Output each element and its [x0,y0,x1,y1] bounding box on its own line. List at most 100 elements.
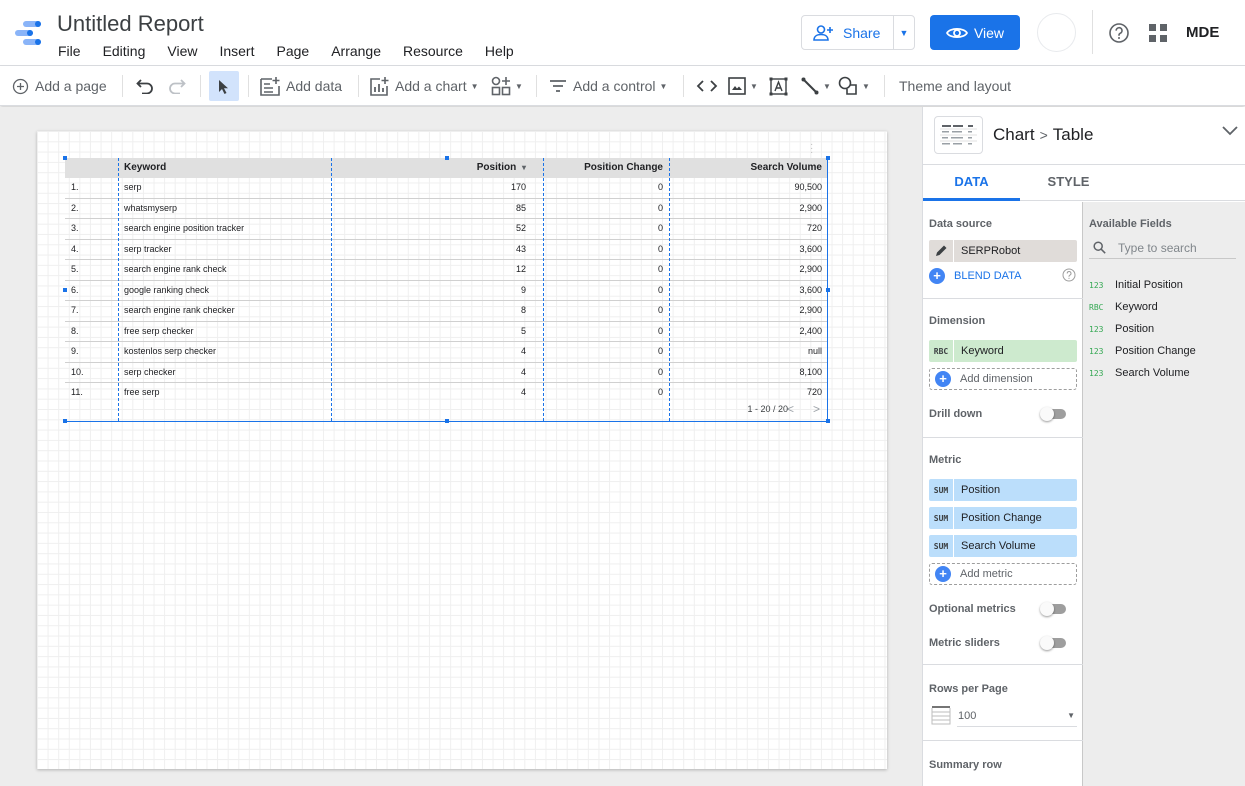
next-page-button[interactable]: > [813,402,820,416]
table-row[interactable]: 2. whatsmyserp 85 0 2,900 [65,199,828,219]
pagination-label: 1 - 20 / 20 [747,404,788,414]
row-index: 4. [71,243,79,254]
redo-button[interactable] [168,66,186,106]
metric-sliders-toggle[interactable] [1040,636,1066,650]
resize-handle[interactable] [826,156,830,160]
column-divider[interactable] [331,158,332,421]
undo-button[interactable] [136,66,154,106]
add-metric-button[interactable]: + Add metric [929,563,1077,585]
resize-handle[interactable] [63,288,67,292]
previous-page-button[interactable]: < [787,402,794,416]
text-box-button[interactable] [769,66,788,106]
add-chart-button[interactable]: Add a chart ▼ [370,66,479,106]
available-field[interactable]: RBC Keyword [1089,301,1158,313]
line-button[interactable]: ▼ [801,66,831,106]
cell-search-volume: null [807,346,822,356]
data-source-chip[interactable]: SERPRobot [929,240,1077,262]
optional-metrics-toggle[interactable] [1040,602,1066,616]
account-label[interactable]: MDE [1186,24,1219,41]
report-page[interactable]: · · · Keyword Position ▾ Position Change S… [37,131,887,769]
add-page-button[interactable]: Add a page [12,66,107,106]
menu-arrange[interactable]: Arrange [331,43,381,59]
menu-insert[interactable]: Insert [219,43,254,59]
available-field[interactable]: 123 Position [1089,323,1154,335]
menu-page[interactable]: Page [276,43,309,59]
chevron-down-icon[interactable] [1222,126,1238,136]
field-search-input[interactable]: Type to search [1089,237,1236,259]
rows-per-page-select[interactable]: 100 ▼ [957,705,1077,727]
header-position[interactable]: Position ▾ [477,158,526,178]
header-keyword[interactable]: Keyword [124,158,166,178]
available-field[interactable]: 123 Position Change [1089,345,1196,357]
image-icon [728,77,746,95]
resize-handle[interactable] [445,156,449,160]
table-row[interactable]: 3. search engine position tracker 52 0 720 [65,219,828,240]
menu-help[interactable]: Help [485,43,514,59]
avatar[interactable] [1037,13,1076,52]
chart-type-breadcrumb[interactable]: Chart > Table [993,125,1093,145]
view-button[interactable]: View [930,15,1020,50]
menu-view[interactable]: View [167,43,197,59]
share-dropdown-button[interactable]: ▼ [894,28,914,38]
drill-down-toggle[interactable] [1040,407,1066,421]
apps-grid-icon[interactable] [1149,24,1167,42]
add-dimension-button[interactable]: + Add dimension [929,368,1077,390]
table-row[interactable]: 6. google ranking check 9 0 3,600 [65,281,828,301]
tab-data[interactable]: DATA [923,166,1020,201]
header-position-change[interactable]: Position Change [584,158,663,178]
community-viz-button[interactable]: ▼ [491,66,523,106]
help-icon[interactable] [1108,22,1130,44]
report-title[interactable]: Untitled Report [57,11,204,37]
add-data-label: Add data [286,78,343,94]
dimension-chip[interactable]: RBC Keyword [929,340,1077,362]
header-search-volume[interactable]: Search Volume [750,158,822,178]
metric-chip[interactable]: SUM Position [929,479,1077,501]
table-row[interactable]: 4. serp tracker 43 0 3,600 [65,240,828,260]
table-row[interactable]: 11. free serp 4 0 720 [65,383,828,404]
text-type-icon: RBC [929,340,954,362]
help-icon[interactable] [1062,268,1076,282]
resize-handle[interactable] [826,419,830,423]
data-table[interactable]: Keyword Position ▾ Position Change Searc… [63,156,830,423]
menu-resource[interactable]: Resource [403,43,463,59]
column-divider[interactable] [118,158,119,421]
add-chart-icon [370,76,389,96]
data-studio-logo-icon[interactable] [14,18,44,48]
resize-handle[interactable] [826,288,830,292]
table-row[interactable]: 1. serp 170 0 90,500 [65,178,828,199]
add-control-button[interactable]: Add a control ▼ [549,66,667,106]
add-data-button[interactable]: Add data [260,66,342,106]
more-options-icon[interactable]: · · · [810,140,813,158]
theme-layout-button[interactable]: Theme and layout [899,66,1011,106]
tab-style[interactable]: STYLE [1020,166,1117,201]
available-field[interactable]: 123 Search Volume [1089,367,1190,379]
share-button[interactable]: Share [802,16,894,49]
select-tool-button[interactable] [209,71,239,101]
aggregation-label[interactable]: SUM [929,479,954,501]
aggregation-label[interactable]: SUM [929,535,954,557]
table-row[interactable]: 8. free serp checker 5 0 2,400 [65,322,828,342]
table-row[interactable]: 9. kostenlos serp checker 4 0 null [65,342,828,363]
add-metric-label: Add metric [960,568,1013,580]
menu-editing[interactable]: Editing [103,43,146,59]
available-field[interactable]: 123 Initial Position [1089,279,1183,291]
column-divider[interactable] [543,158,544,421]
aggregation-label[interactable]: SUM [929,507,954,529]
metric-chip[interactable]: SUM Position Change [929,507,1077,529]
metric-chip[interactable]: SUM Search Volume [929,535,1077,557]
resize-handle[interactable] [63,156,67,160]
add-control-label: Add a control [573,78,656,94]
embed-url-button[interactable] [696,66,718,106]
table-row[interactable]: 5. search engine rank check 12 0 2,900 [65,260,828,281]
table-row[interactable]: 7. search engine rank checker 8 0 2,900 [65,301,828,322]
table-row[interactable]: 10. serp checker 4 0 8,100 [65,363,828,383]
cell-position: 4 [520,366,526,377]
image-button[interactable]: ▼ [728,66,758,106]
column-divider[interactable] [669,158,670,421]
edit-pencil-icon[interactable] [929,240,954,262]
resize-handle[interactable] [445,419,449,423]
resize-handle[interactable] [63,419,67,423]
shape-button[interactable]: ▼ [838,66,870,106]
blend-data-button[interactable]: + BLEND DATA [929,268,1021,284]
menu-file[interactable]: File [58,43,81,59]
